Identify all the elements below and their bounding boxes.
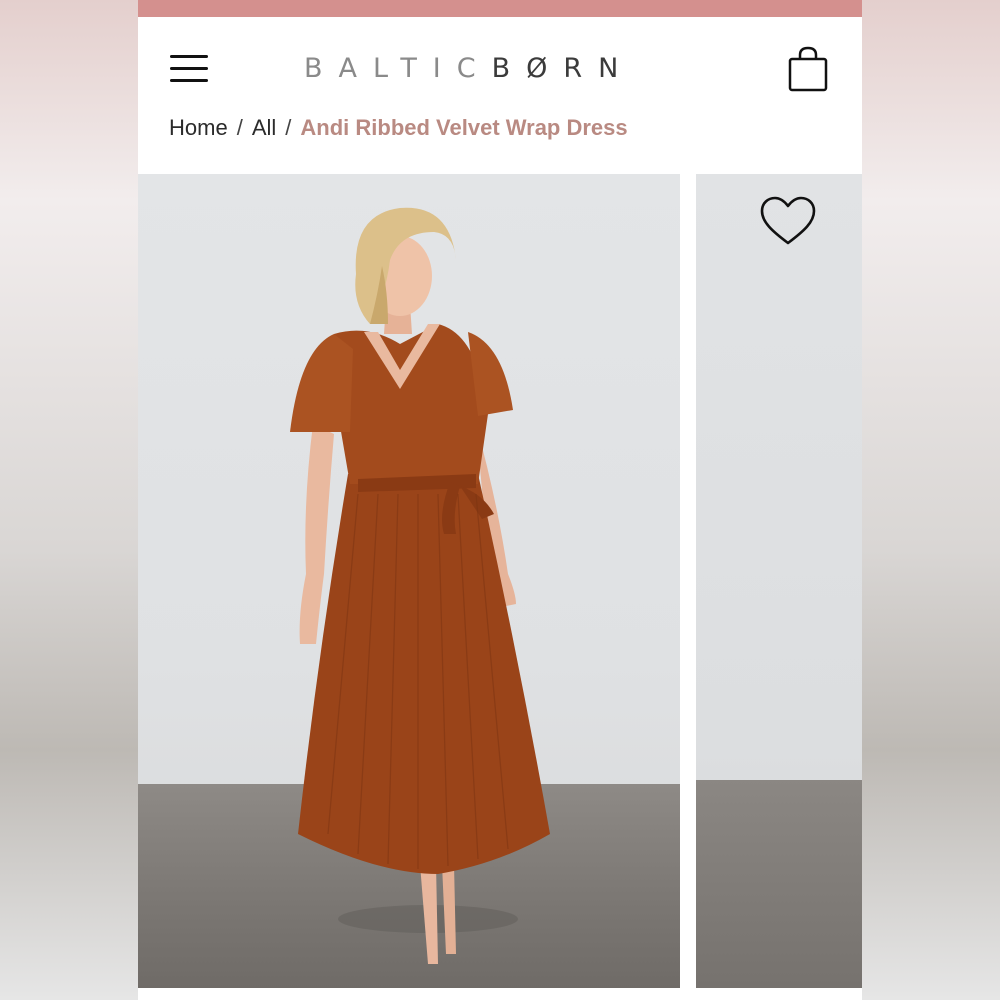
product-gallery: [138, 174, 862, 1000]
model-photo: [290, 207, 550, 964]
product-image-next[interactable]: [696, 174, 862, 988]
breadcrumb-home[interactable]: Home: [169, 115, 228, 140]
breadcrumb-separator: /: [236, 115, 243, 140]
floor: [696, 780, 862, 988]
background-right: [862, 0, 1000, 1000]
heart-icon[interactable]: [758, 194, 818, 248]
product-page: BALTICBØRN Home / All / Andi Ribbed Velvet W…: [138, 0, 862, 1000]
breadcrumb-current: Andi Ribbed Velvet Wrap Dress: [300, 115, 628, 140]
brand-logo[interactable]: BALTICBØRN: [304, 51, 704, 87]
shopping-bag-icon[interactable]: [786, 45, 830, 93]
bottom-edge: [138, 988, 862, 1000]
hamburger-menu-icon[interactable]: [170, 55, 208, 83]
background-left: [0, 0, 138, 1000]
breadcrumb-separator: /: [285, 115, 292, 140]
breadcrumb-all[interactable]: All: [252, 115, 276, 140]
breadcrumb: Home / All / Andi Ribbed Velvet Wrap Dress: [169, 113, 628, 153]
logo-text-born: BØRN: [491, 53, 635, 84]
site-header: BALTICBØRN: [138, 17, 862, 117]
product-image-main[interactable]: [138, 174, 680, 988]
top-accent-bar: [138, 0, 862, 17]
logo-text-baltic: BALTIC: [304, 53, 492, 84]
